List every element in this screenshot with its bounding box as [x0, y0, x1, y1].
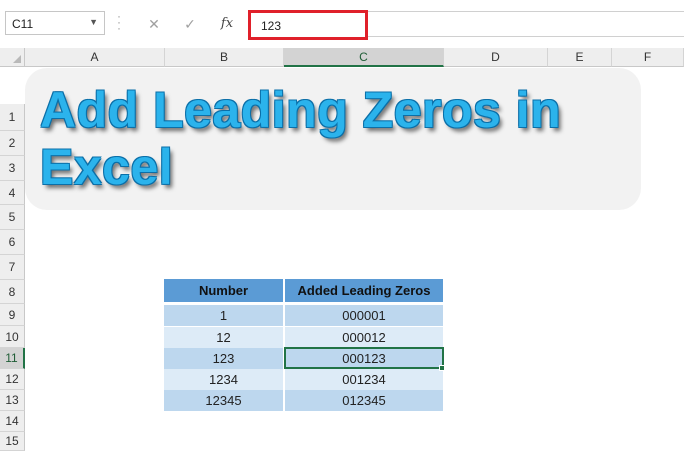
enter-icon[interactable]: ✓	[178, 13, 202, 35]
row-header-5[interactable]: 5	[0, 205, 25, 230]
cell-number[interactable]: 12	[164, 327, 283, 348]
cell-padded[interactable]: 012345	[285, 390, 443, 411]
column-header-e[interactable]: E	[548, 48, 612, 67]
formula-input[interactable]: 123	[248, 10, 368, 40]
select-all-icon	[13, 55, 21, 63]
cell-number[interactable]: 1	[164, 305, 283, 326]
row-header-2[interactable]: 2	[0, 131, 25, 156]
row-header-11[interactable]: 11	[0, 348, 25, 369]
column-header-b[interactable]: B	[165, 48, 284, 67]
row-header-6[interactable]: 6	[0, 230, 25, 255]
row-header-4[interactable]: 4	[0, 181, 25, 205]
row-header-3[interactable]: 3	[0, 156, 25, 181]
column-header-d[interactable]: D	[444, 48, 548, 67]
cell-number[interactable]: 1234	[164, 369, 283, 390]
formula-input-value: 123	[261, 19, 282, 33]
row-header-8[interactable]: 8	[0, 280, 25, 304]
fill-handle[interactable]	[439, 365, 445, 371]
more-options-icon[interactable]: · · ·	[116, 10, 122, 34]
cell-number[interactable]: 123	[164, 348, 283, 369]
cell-number[interactable]: 12345	[164, 390, 283, 411]
cell-padded[interactable]: 000012	[285, 327, 443, 348]
header-number[interactable]: Number	[164, 279, 283, 302]
row-header-13[interactable]: 13	[0, 390, 25, 411]
name-box-value: C11	[12, 17, 34, 31]
active-cell-selection	[284, 347, 444, 369]
insert-function-icon[interactable]: fx	[215, 13, 239, 35]
cell-padded[interactable]: 001234	[285, 369, 443, 390]
column-header-a[interactable]: A	[25, 48, 165, 67]
row-header-15[interactable]: 15	[0, 432, 25, 451]
select-all-button[interactable]	[0, 48, 25, 67]
banner-title: Add Leading Zeros in Excel	[40, 82, 562, 195]
name-box[interactable]: C11 ▼	[5, 11, 105, 35]
row-header-10[interactable]: 10	[0, 326, 25, 348]
row-header-9[interactable]: 9	[0, 304, 25, 326]
row-header-7[interactable]: 7	[0, 255, 25, 280]
cell-padded[interactable]: 000001	[285, 305, 443, 326]
row-header-14[interactable]: 14	[0, 411, 25, 432]
column-header-c[interactable]: C	[284, 48, 444, 67]
chevron-down-icon[interactable]: ▼	[89, 17, 98, 27]
column-header-f[interactable]: F	[612, 48, 684, 67]
row-header-1[interactable]: 1	[0, 104, 25, 131]
formula-bar: C11 ▼ · · · ✕ ✓ fx 123	[0, 0, 684, 48]
row-header-12[interactable]: 12	[0, 369, 25, 390]
cancel-icon[interactable]: ✕	[142, 13, 166, 35]
formula-input-extension[interactable]	[368, 11, 684, 37]
header-added-leading-zeros[interactable]: Added Leading Zeros	[285, 279, 443, 302]
